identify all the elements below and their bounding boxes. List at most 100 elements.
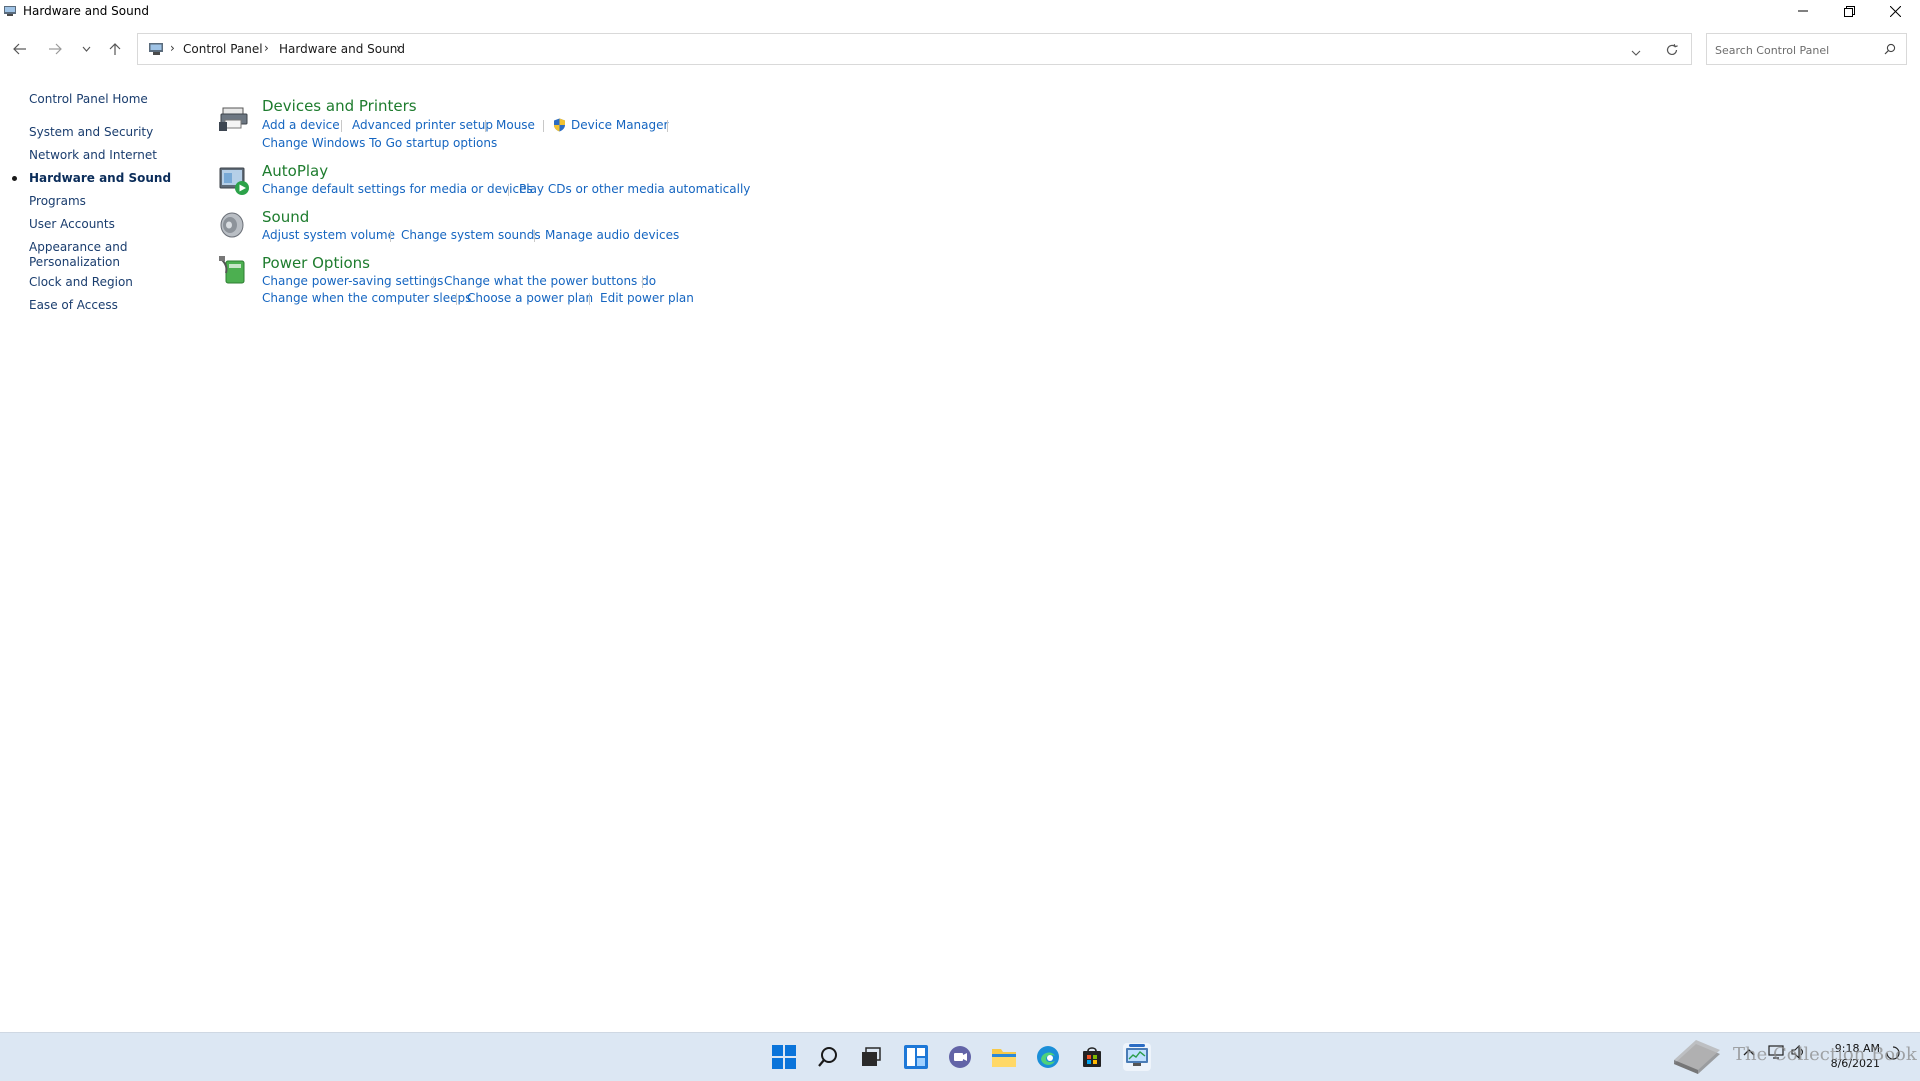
control-panel-taskbar-button[interactable] (1123, 1043, 1151, 1071)
devices-and-printers-link[interactable]: Devices and Printers (262, 97, 417, 115)
network-button[interactable] (1768, 1045, 1784, 1062)
shield-icon (554, 118, 565, 132)
link-divider (341, 120, 342, 132)
start-icon (772, 1045, 796, 1069)
change-system-sounds-link[interactable]: Change system sounds (401, 228, 541, 242)
autoplay-icon[interactable] (218, 164, 250, 196)
change-power-buttons-link[interactable]: Change what the power buttons do (444, 274, 656, 288)
store-icon (1083, 1047, 1101, 1067)
breadcrumb-control-panel[interactable]: Control Panel (183, 42, 263, 56)
volume-button[interactable] (1791, 1044, 1807, 1062)
link-divider (543, 120, 544, 132)
task-view-button[interactable] (857, 1043, 885, 1071)
up-button[interactable] (104, 38, 126, 60)
breadcrumb-separator-icon[interactable]: › (170, 41, 175, 55)
advanced-printer-setup-link[interactable]: Advanced printer setup (352, 118, 493, 132)
chevron-down-icon (82, 46, 90, 52)
power-options-link[interactable]: Power Options (262, 254, 370, 272)
file-explorer-button[interactable] (990, 1043, 1018, 1071)
edit-power-plan-link[interactable]: Edit power plan (600, 291, 694, 305)
refresh-button[interactable] (1665, 42, 1679, 61)
edge-button[interactable] (1034, 1043, 1062, 1071)
link-divider (642, 276, 643, 288)
widgets-button[interactable] (902, 1043, 930, 1071)
notification-icon (1886, 1046, 1900, 1060)
power-icon[interactable] (218, 255, 250, 287)
chat-icon (949, 1046, 971, 1068)
sidebar-item-clock-and-region[interactable]: Clock and Region (29, 275, 133, 290)
breadcrumb-separator-icon[interactable]: › (396, 41, 401, 55)
store-button[interactable] (1078, 1043, 1106, 1071)
address-dropdown-button[interactable] (1631, 43, 1641, 62)
device-manager-link[interactable]: Device Manager (571, 118, 668, 132)
mouse-link[interactable]: Mouse (496, 118, 535, 132)
add-a-device-link[interactable]: Add a device (262, 118, 340, 132)
minimize-icon (1798, 10, 1808, 12)
manage-audio-devices-link[interactable]: Manage audio devices (545, 228, 679, 242)
link-divider (589, 293, 590, 305)
change-power-saving-settings-link[interactable]: Change power-saving settings (262, 274, 443, 288)
search-box[interactable] (1706, 33, 1907, 65)
choose-a-power-plan-link[interactable]: Choose a power plan (467, 291, 593, 305)
breadcrumb-hardware-and-sound[interactable]: Hardware and Sound (279, 42, 405, 56)
back-button[interactable] (9, 38, 31, 60)
clock[interactable]: 9:18 AM 8/6/2021 (1820, 1041, 1880, 1071)
back-arrow-icon (13, 43, 26, 55)
link-divider (390, 230, 391, 242)
active-bullet-icon (12, 176, 17, 181)
file-explorer-icon (992, 1049, 1016, 1067)
change-when-computer-sleeps-link[interactable]: Change when the computer sleeps (262, 291, 471, 305)
recent-locations-button[interactable] (75, 38, 97, 60)
up-arrow-icon (109, 43, 121, 55)
change-default-settings-link[interactable]: Change default settings for media or dev… (262, 182, 533, 196)
sidebar-item-programs[interactable]: Programs (29, 194, 86, 209)
sidebar-item-label: Personalization (29, 255, 120, 269)
sidebar-item-ease-of-access[interactable]: Ease of Access (29, 298, 118, 313)
minimize-button[interactable] (1780, 0, 1826, 22)
breadcrumb-separator-icon[interactable]: › (264, 41, 269, 55)
search-icon (818, 1047, 837, 1067)
close-button[interactable] (1872, 0, 1918, 22)
chevron-down-icon (1631, 50, 1641, 56)
search-input[interactable] (1713, 40, 1877, 60)
start-button[interactable] (770, 1043, 798, 1071)
change-windows-to-go-startup-options-link[interactable]: Change Windows To Go startup options (262, 136, 497, 150)
sound-link[interactable]: Sound (262, 208, 309, 226)
sidebar-item-hardware-and-sound[interactable]: Hardware and Sound (29, 171, 171, 186)
notifications-button[interactable] (1886, 1046, 1900, 1063)
link-divider (534, 230, 535, 242)
sidebar-item-user-accounts[interactable]: User Accounts (29, 217, 115, 232)
taskbar-search-button[interactable] (814, 1043, 842, 1071)
taskbar: 9:18 AM 8/6/2021 (0, 1032, 1920, 1081)
volume-icon (1791, 1044, 1804, 1060)
restore-icon (1843, 5, 1855, 17)
window-title: Hardware and Sound (23, 4, 149, 18)
printer-icon[interactable] (218, 102, 250, 134)
chat-button[interactable] (946, 1043, 974, 1071)
chevron-up-icon (1743, 1049, 1755, 1056)
adjust-system-volume-link[interactable]: Adjust system volume (262, 228, 395, 242)
task-view-icon (862, 1047, 881, 1066)
sidebar-item-label: Appearance and (29, 240, 128, 254)
sidebar-item-network-and-internet[interactable]: Network and Internet (29, 148, 157, 163)
clock-date: 8/6/2021 (1830, 1057, 1880, 1070)
refresh-icon (1666, 43, 1678, 56)
sidebar-item-control-panel-home[interactable]: Control Panel Home (29, 92, 148, 107)
link-divider (508, 184, 509, 196)
sidebar-item-system-and-security[interactable]: System and Security (29, 125, 153, 140)
restore-button[interactable] (1826, 0, 1872, 22)
active-app-indicator (1129, 1044, 1145, 1047)
clock-time: 9:18 AM (1834, 1042, 1880, 1055)
widgets-icon (904, 1045, 928, 1069)
play-cds-automatically-link[interactable]: Play CDs or other media automatically (519, 182, 750, 196)
autoplay-link[interactable]: AutoPlay (262, 162, 328, 180)
control-panel-icon (149, 43, 163, 55)
search-icon[interactable] (1884, 43, 1896, 55)
show-hidden-icons-button[interactable] (1743, 1045, 1755, 1059)
address-bar[interactable]: › Control Panel › Hardware and Sound › (137, 33, 1692, 65)
network-icon (1768, 1045, 1784, 1059)
link-divider (485, 120, 486, 132)
speaker-icon[interactable] (218, 209, 250, 241)
sidebar-item-appearance-and-personalization[interactable]: Appearance and Personalization (29, 240, 127, 270)
forward-button[interactable] (44, 38, 66, 60)
